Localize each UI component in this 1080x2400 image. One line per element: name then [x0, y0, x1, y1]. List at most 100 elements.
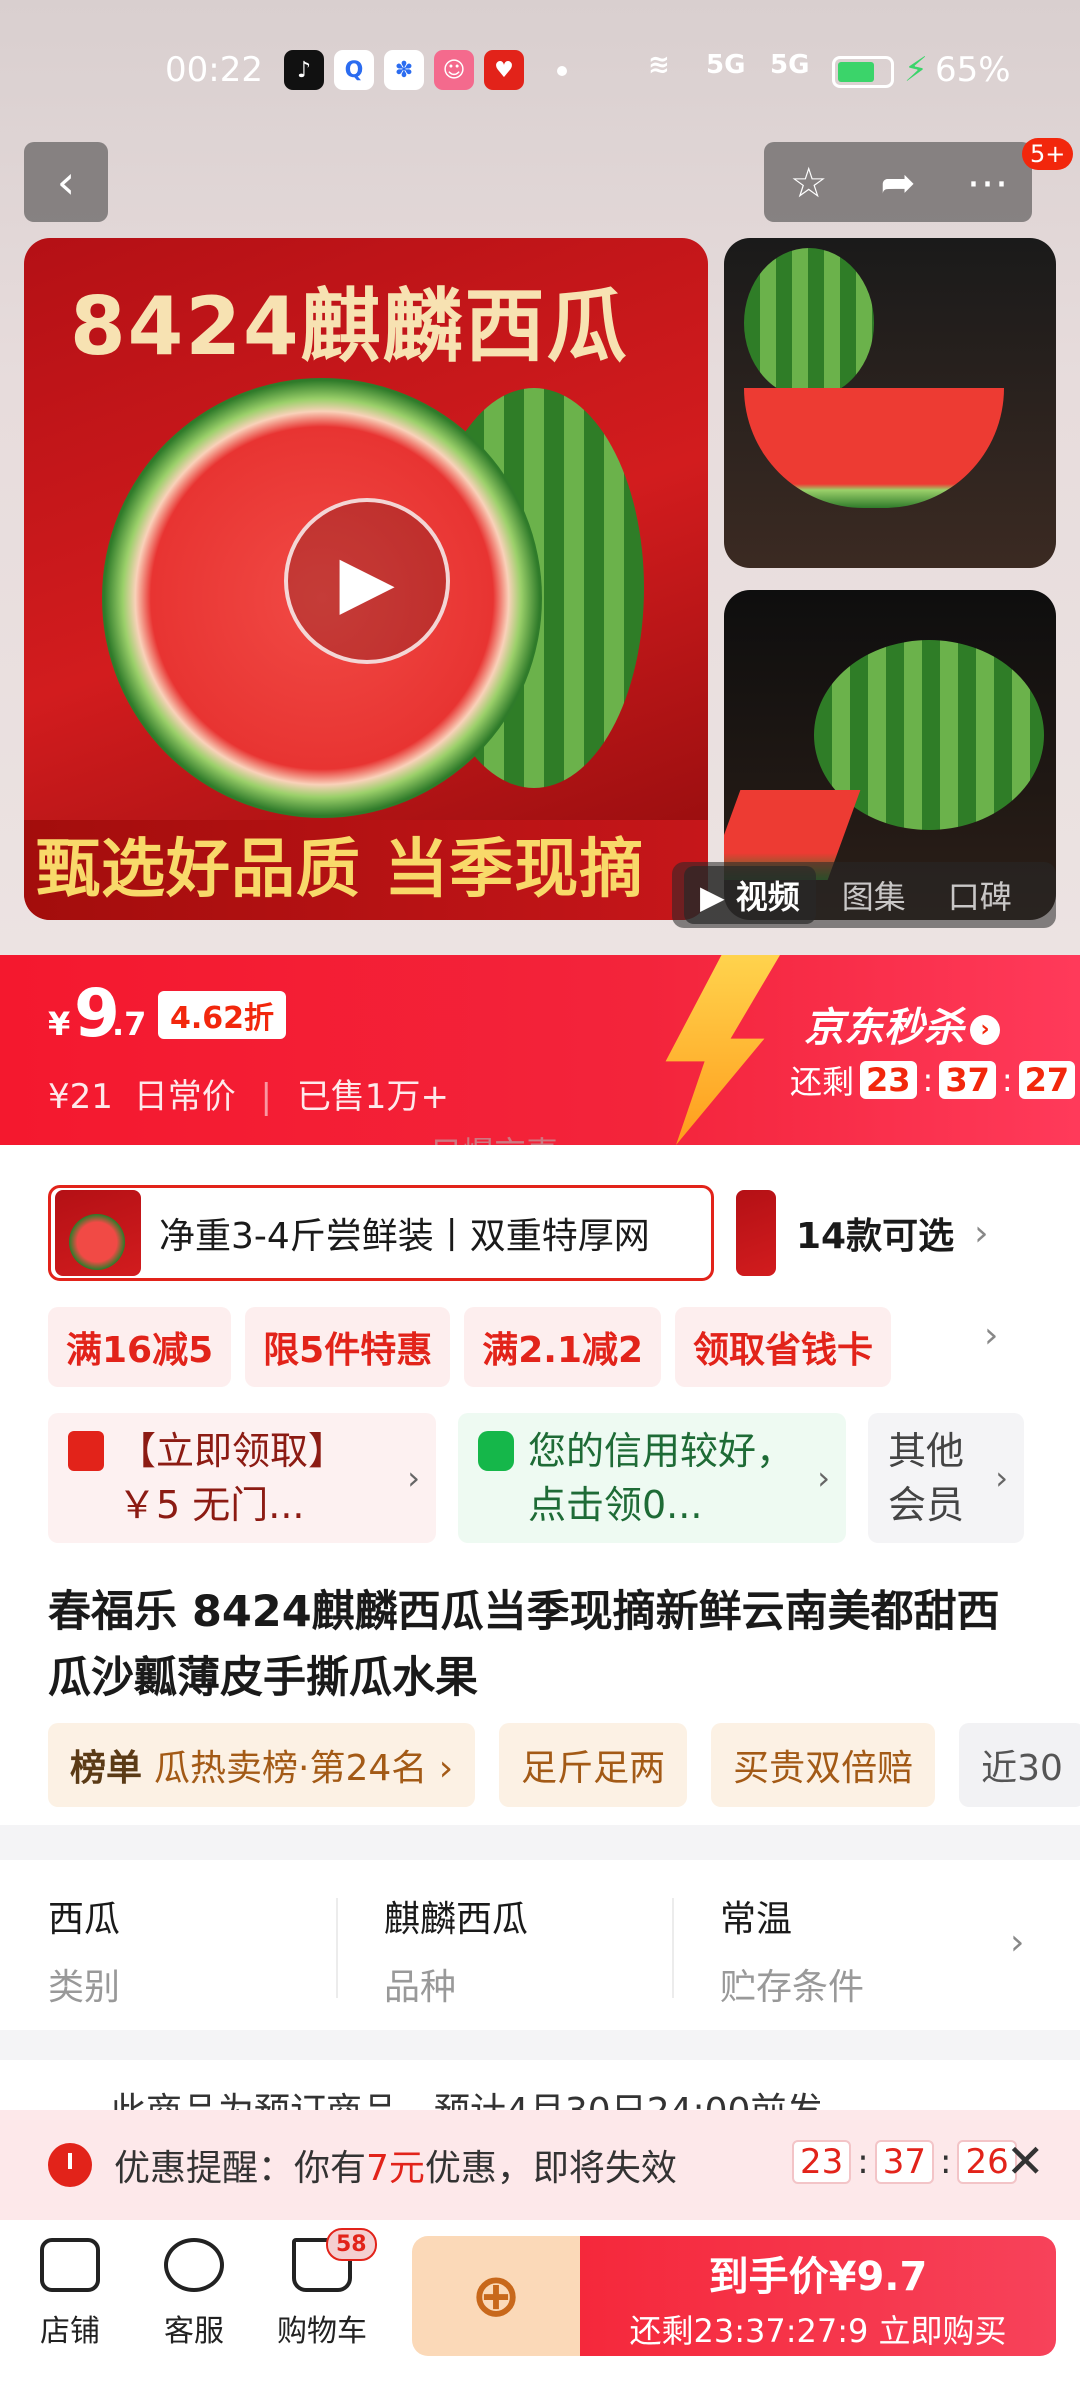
add-cart-icon: ⊕	[470, 2261, 522, 2331]
price-decimal: .7	[112, 1005, 147, 1043]
guarantee-tag[interactable]: 足斤足两	[499, 1723, 688, 1807]
chevron-right-icon: ›	[970, 1015, 1000, 1045]
chevron-right-icon[interactable]: ›	[984, 1315, 998, 1356]
chevron-right-icon: ›	[817, 1459, 830, 1497]
seckill-countdown: 还剩 23: 37: 27	[790, 1057, 1076, 1103]
variant-selector[interactable]: 净重3-4斤尝鲜装丨双重特厚网	[48, 1185, 714, 1281]
extra-tag[interactable]: 近30	[959, 1723, 1080, 1807]
ranking-label: 榜单	[70, 1748, 143, 1789]
media-tabs: ▶ 视频 图集 口碑	[672, 862, 1056, 928]
variant-thumbnail-2	[736, 1190, 776, 1276]
thumbnail-1[interactable]	[724, 238, 1056, 568]
attribute-key: 品种	[384, 1967, 457, 2008]
coupon-item[interactable]: 限5件特惠	[245, 1307, 451, 1387]
service-button[interactable]: 客服	[134, 2238, 254, 2350]
currency-symbol: ¥	[48, 1005, 71, 1043]
original-price: ¥21	[48, 1077, 113, 1117]
promo-text: 您的信用较好，点击领0...	[528, 1429, 795, 1527]
reminder-countdown: 23: 37: 26	[792, 2140, 1017, 2184]
play-video-button[interactable]: ▶	[284, 498, 450, 664]
promo-text: 其他会员	[888, 1429, 965, 1527]
countdown-hours: 23	[792, 2140, 852, 2184]
sold-count: 已售1万+	[296, 1077, 449, 1117]
attribute-key: 类别	[48, 1967, 121, 2008]
attributes-card[interactable]: 西瓜 类别 麒麟西瓜 品种 常温 贮存条件 ›	[0, 1860, 1080, 2030]
attribute-variety: 麒麟西瓜 品种	[336, 1860, 672, 2030]
image-title: 8424麒麟西瓜	[70, 280, 629, 373]
battery-percent: 65%	[935, 50, 1011, 90]
favorite-star-icon[interactable]: ☆	[769, 158, 849, 207]
presale-notice[interactable]: 此商品为预订商品，预计4月30日24:00前发	[0, 2060, 1080, 2110]
signal-icon-2: 5G	[770, 50, 810, 80]
status-time: 00:22	[165, 50, 263, 90]
attribute-value: 常温	[720, 1899, 793, 1940]
more-icon[interactable]: ⋯	[947, 158, 1027, 207]
cart-button[interactable]: 58 购物车	[262, 2228, 382, 2350]
coupon-item[interactable]: 领取省钱卡	[675, 1307, 892, 1387]
attribute-storage: 常温 贮存条件	[672, 1860, 1008, 2030]
tab-reviews[interactable]: 口碑	[932, 866, 1028, 924]
presale-text: 此商品为预订商品，预计4月30日24:00前发	[110, 2082, 822, 2110]
customer-service-icon	[164, 2238, 224, 2292]
attribute-category: 西瓜 类别	[0, 1860, 336, 2030]
search-app-icon: Q	[334, 50, 374, 90]
coupon-row: 满16减5 限5件特惠 满2.1减2 领取省钱卡	[48, 1307, 892, 1387]
heart-app-icon: ♥	[484, 50, 524, 90]
signal-icon-1: 5G	[706, 50, 746, 80]
add-to-cart-button[interactable]: ⊕	[412, 2236, 580, 2356]
tab-video[interactable]: ▶ 视频	[684, 866, 816, 924]
price-protection-tag[interactable]: 买贵双倍赔	[711, 1723, 936, 1807]
promo-credit-card[interactable]: 您的信用较好，点击领0... ›	[458, 1413, 846, 1543]
price-banner: ¥ 9 .7 4.62折 ¥21 日常价 | 已售1万+ 京东秒杀 › 还剩 23…	[0, 955, 1080, 1145]
ranking-value: 瓜热卖榜·第24名	[154, 1748, 428, 1789]
promo-coupon-card[interactable]: 【立即领取】￥5 无门... ›	[48, 1413, 436, 1543]
shop-icon	[40, 2238, 100, 2292]
original-price-row: ¥21 日常价 | 已售1万+	[48, 1069, 449, 1118]
main-product-image[interactable]: 8424麒麟西瓜 ▶ 甄选好品质 当季现摘	[24, 238, 708, 920]
clock-icon	[48, 2143, 92, 2187]
countdown-minutes: 37	[874, 2140, 934, 2184]
battery-icon	[832, 56, 894, 88]
divider: |	[260, 1077, 272, 1117]
variant-thumbnail	[55, 1190, 141, 1276]
buy-now-button[interactable]: 到手价¥9.7 还剩23:37:27:9 立即购买	[580, 2236, 1056, 2356]
countdown-label: 还剩	[790, 1063, 855, 1101]
discount-reminder-bar: 优惠提醒：你有7元优惠，即将失效 23: 37: 26 ✕	[0, 2110, 1080, 2220]
ranking-tag[interactable]: 榜单 瓜热卖榜·第24名 ›	[48, 1723, 476, 1807]
coupon-icon	[68, 1431, 104, 1471]
coupon-item[interactable]: 满16减5	[48, 1307, 232, 1387]
thumb-slice	[744, 388, 1004, 508]
back-button[interactable]: ‹	[24, 142, 108, 222]
bag-icon	[478, 1431, 514, 1471]
attribute-key: 贮存条件	[720, 1967, 865, 2008]
share-icon[interactable]: ➦	[858, 158, 938, 207]
service-label: 客服	[164, 2314, 224, 2349]
close-icon[interactable]: ✕	[1006, 2134, 1045, 2188]
promo-membership-card[interactable]: 其他会员 ›	[868, 1413, 1024, 1543]
image-slogan: 甄选好品质 当季现摘	[24, 820, 708, 920]
countdown-hours: 23	[860, 1061, 917, 1099]
seckill-link[interactable]: 京东秒杀 ›	[804, 995, 1000, 1053]
thumb-watermelon	[744, 248, 874, 398]
chevron-right-icon: ›	[1010, 1922, 1025, 1963]
wifi-icon: ≋	[648, 50, 670, 80]
variant-count: 14款可选	[796, 1216, 955, 1257]
tags-row: 榜单 瓜热卖榜·第24名 › 足斤足两 买贵双倍赔 近30	[48, 1723, 1080, 1807]
reminder-message: 优惠提醒：你有7元优惠，即将失效	[114, 2139, 677, 2191]
promo-text: 【立即领取】￥5 无门...	[118, 1429, 347, 1527]
original-price-label: 日常价	[133, 1077, 236, 1117]
product-info-card: 净重3-4斤尝鲜装丨双重特厚网 14款可选 › 满16减5 限5件特惠 满2.1…	[0, 1145, 1080, 1825]
chevron-right-icon: ›	[974, 1212, 989, 1254]
selected-variant: 净重3-4斤尝鲜装丨双重特厚网	[159, 1216, 650, 1257]
reminder-suffix: 优惠，即将失效	[424, 2148, 677, 2189]
tab-gallery[interactable]: 图集	[826, 866, 922, 924]
more-variants[interactable]: 14款可选 ›	[736, 1185, 989, 1281]
bottom-action-bar: 店铺 客服 58 购物车 ⊕ 到手价¥9.7 还剩23:37:27:9 立即购买	[0, 2220, 1080, 2400]
chevron-right-icon: ›	[995, 1459, 1008, 1497]
coupon-item[interactable]: 满2.1减2	[464, 1307, 662, 1387]
buy-price: 到手价¥9.7	[708, 2254, 928, 2300]
status-bar: 00:22 ♪ Q ✽ ☺ ♥ ≋ 5G 5G ⚡ 65%	[0, 0, 1080, 140]
cart-label: 购物车	[277, 2314, 367, 2349]
shop-button[interactable]: 店铺	[10, 2238, 130, 2350]
top-actions: ☆ ➦ ⋯	[764, 142, 1032, 222]
